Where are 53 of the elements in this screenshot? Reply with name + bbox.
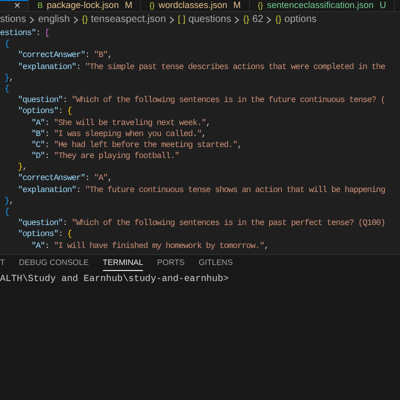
- close-icon[interactable]: ×: [14, 0, 20, 11]
- breadcrumb-item[interactable]: questions: [188, 12, 232, 27]
- chevron-icon: [168, 16, 175, 24]
- code-line: "correctAnswer": "B",: [16, 50, 112, 62]
- symbol-icon: {}: [275, 12, 282, 26]
- code-line: {: [3, 84, 9, 96]
- git-status-label: M: [124, 0, 132, 11]
- code-line: "explanation": "The simple past tense describes actions that were completed in the: [16, 62, 385, 73]
- breadcrumb-item[interactable]: options: [284, 12, 317, 27]
- file-icon: B: [37, 0, 43, 11]
- breadcrumb-item[interactable]: tenseaspect.json: [90, 12, 166, 27]
- tab-label: wordclasses.json: [158, 0, 228, 11]
- chevron-icon: [72, 16, 79, 24]
- code-line: "C": "He had left before the meeting started.",: [30, 140, 242, 152]
- code-line: },: [16, 162, 27, 174]
- code-line: estions": [: [0, 28, 50, 40]
- code-line: "B": "I was sleeping when you called.",: [30, 128, 206, 140]
- panel-tab[interactable]: TERMINAL: [102, 255, 144, 271]
- code-line: "A": "I will have finished my homework by tomorrow.",: [30, 240, 269, 252]
- chevron-icon: [266, 16, 272, 24]
- editor-tab[interactable]: {} sentenceclassification.json U: [250, 0, 396, 11]
- code-line: "explanation": "The future continuous tense shows an action that will be happening: [16, 184, 385, 196]
- chevron-icon: [234, 16, 240, 24]
- code-line: },: [3, 196, 14, 207]
- panel-tab[interactable]: T: [0, 255, 5, 271]
- breadcrumb-item[interactable]: stions: [0, 12, 26, 27]
- symbol-icon: {}: [243, 12, 250, 26]
- code-line: {: [3, 207, 9, 218]
- chevron-icon: [29, 16, 36, 24]
- code-line: "A": "She will be traveling next week.",: [30, 118, 210, 129]
- code-line: "options": {: [16, 106, 72, 118]
- editor-tab[interactable]: ×: [0, 0, 30, 11]
- breadcrumb-item[interactable]: 62: [252, 12, 264, 27]
- tab-label: package-lock.json: [46, 0, 119, 11]
- git-status-label: U: [380, 0, 386, 11]
- symbol-icon: [ ]: [178, 12, 186, 26]
- code-line: "D": "They are playing football.": [30, 151, 180, 162]
- code-line: "options": {: [16, 229, 72, 241]
- code-line: {: [3, 39, 9, 50]
- file-icon: {}: [258, 0, 264, 11]
- symbol-icon: {}: [82, 12, 88, 26]
- code-line: "question": "Which of the following sentences is in the future continuous tense? (: [16, 95, 385, 106]
- file-icon: {}: [149, 0, 155, 11]
- panel-tab[interactable]: PORTS: [157, 255, 185, 271]
- terminal-line: ALTH\Study and Earnhub\study-and-earnhub>: [0, 273, 229, 285]
- code-line: },: [3, 72, 14, 84]
- panel-tab[interactable]: DEBUG CONSOLE: [18, 255, 89, 271]
- code-line: "correctAnswer": "A",: [16, 173, 112, 185]
- code-line: "question": "Which of the following sentences is in the past perfect tense? (Q100): [16, 218, 385, 230]
- breadcrumb-item[interactable]: english: [38, 12, 70, 27]
- tab-label: sentenceclassification.json: [267, 0, 374, 11]
- git-status-label: M: [233, 0, 241, 11]
- panel-tab[interactable]: GITLENS: [198, 255, 233, 271]
